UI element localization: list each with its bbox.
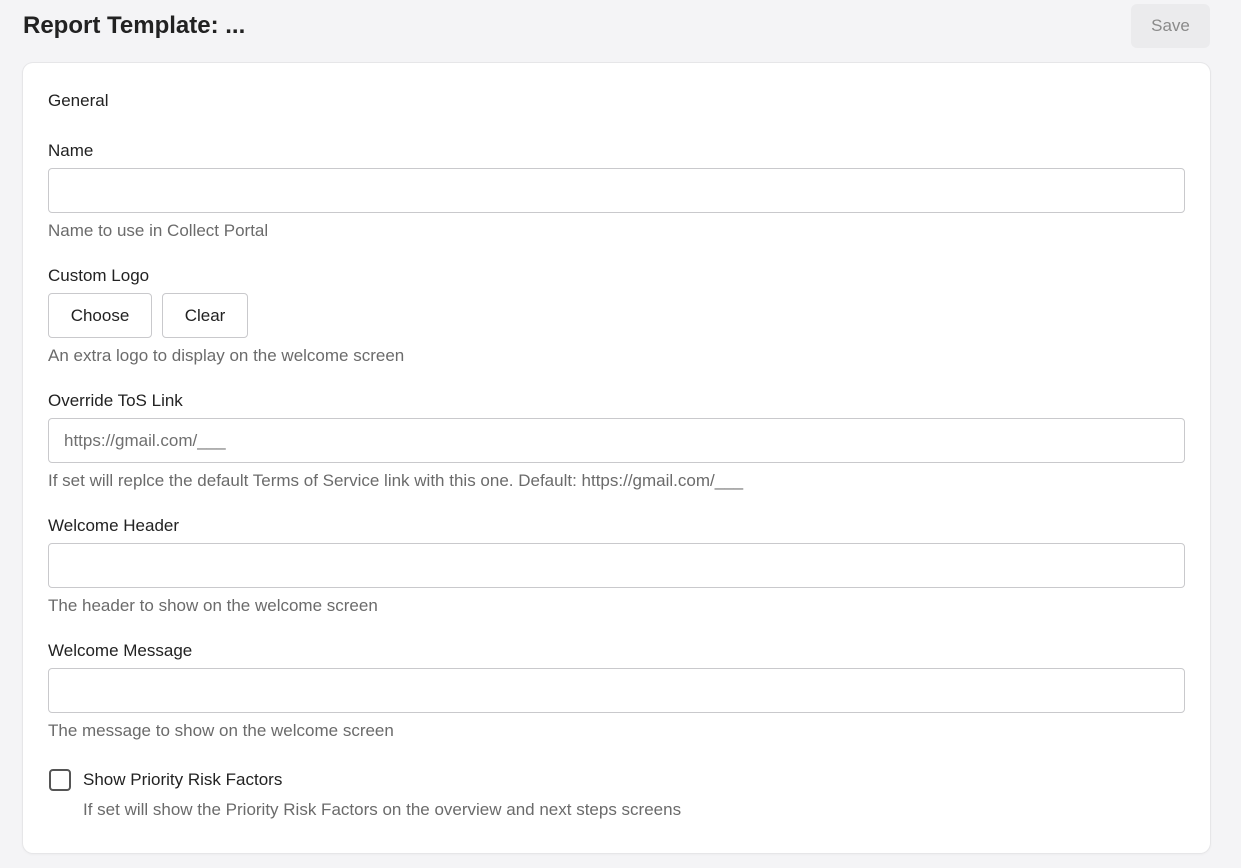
- section-title: General: [48, 91, 109, 110]
- name-help-text: Name to use in Collect Portal: [48, 221, 269, 240]
- tos-link-label: Override ToS Link: [48, 391, 183, 410]
- welcome-message-label: Welcome Message: [48, 641, 193, 660]
- clear-logo-button[interactable]: Clear: [162, 293, 248, 338]
- welcome-message-help-text: The message to show on the welcome scree…: [48, 721, 394, 740]
- priority-risk-label[interactable]: Show Priority Risk Factors: [83, 770, 282, 790]
- welcome-header-label: Welcome Header: [48, 516, 180, 535]
- page-title: Report Template: ...: [23, 12, 246, 39]
- welcome-message-input[interactable]: [48, 668, 1185, 713]
- name-label: Name: [48, 141, 94, 160]
- custom-logo-help-text: An extra logo to display on the welcome …: [48, 346, 405, 365]
- priority-risk-checkbox[interactable]: [49, 769, 71, 791]
- save-button[interactable]: Save: [1131, 4, 1210, 48]
- custom-logo-label: Custom Logo: [48, 266, 150, 285]
- welcome-header-help-text: The header to show on the welcome screen: [48, 596, 378, 615]
- name-input[interactable]: [48, 168, 1185, 213]
- priority-risk-help-text: If set will show the Priority Risk Facto…: [83, 800, 682, 819]
- tos-link-help-text: If set will replce the default Terms of …: [48, 471, 744, 490]
- choose-logo-button[interactable]: Choose: [48, 293, 152, 338]
- welcome-header-input[interactable]: [48, 543, 1185, 588]
- general-settings-card: General Name Name to use in Collect Port…: [23, 63, 1210, 853]
- tos-link-input[interactable]: [48, 418, 1185, 463]
